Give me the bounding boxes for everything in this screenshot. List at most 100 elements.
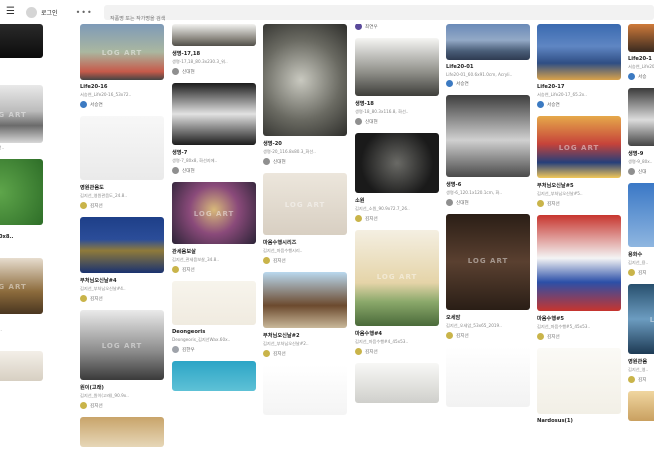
artwork-title[interactable]: 영원관음도 — [80, 184, 164, 191]
artwork-card[interactable]: LOG ART 산님#1 부처님의산님#1.. 작선 — [0, 258, 43, 343]
artwork-title[interactable]: 산님#1 — [0, 318, 43, 325]
artwork-thumbnail[interactable] — [355, 38, 439, 96]
artwork-card[interactable]: 으건으건_사의으_.. — [0, 24, 43, 77]
artwork-title[interactable]: 생명-6 — [446, 181, 530, 188]
artwork-title[interactable]: 위(화인)_100x8.. — [0, 233, 43, 240]
artwork-card[interactable]: 생명-6 생명-6_120.1x120.1cm, 화.. 신대현 — [446, 95, 530, 206]
artwork-title[interactable]: 마음수행#5 — [537, 315, 621, 322]
artwork-card[interactable]: LOG ART Life20-16 서승연_Life20-16_53x72.. 서승연 — [80, 24, 164, 108]
artwork-card[interactable]: 생명-7 생명-7_80x8, 화선지에.. 신대현 — [172, 83, 256, 174]
artwork-card[interactable]: Deongeoris Deongeoris_김지선Wax.60x.. 김한우 — [172, 281, 256, 353]
artist-link[interactable]: 신대현 — [446, 199, 530, 206]
artwork-card[interactable]: 영원관음도 김지선_영원관음도_24.8.. 김지선 — [80, 116, 164, 209]
artwork-thumbnail[interactable] — [446, 95, 530, 177]
artwork-title[interactable]: Life20-01 — [446, 64, 530, 70]
artwork-title[interactable]: 부처님오신날#2 — [263, 332, 347, 339]
artwork-thumbnail[interactable] — [80, 417, 164, 447]
artwork-title[interactable]: 생명-17,18 — [172, 50, 256, 57]
artwork-thumbnail[interactable] — [263, 24, 347, 136]
artwork-thumbnail[interactable] — [263, 365, 347, 415]
artwork-card[interactable]: Life20-17 서승연_Life20-17_65.2x.. 서승연 — [537, 24, 621, 108]
artwork-thumbnail[interactable] — [0, 351, 43, 381]
artist-link[interactable]: 김지선 — [80, 202, 164, 209]
artwork-thumbnail[interactable] — [172, 361, 256, 391]
artwork-card[interactable] — [446, 347, 530, 407]
artwork-card[interactable]: LOG ART 관세음보살 김지선_관세음보살_34.8.. 김지선 — [172, 182, 256, 273]
artwork-thumbnail[interactable] — [537, 24, 621, 80]
artwork-thumbnail[interactable] — [537, 348, 621, 414]
artwork-card[interactable]: LOG ART 0.5x116.8, 화선.. — [0, 85, 43, 151]
artwork-thumbnail[interactable] — [355, 133, 439, 193]
artwork-thumbnail[interactable] — [172, 83, 256, 145]
artwork-thumbnail[interactable] — [537, 215, 621, 311]
artwork-thumbnail[interactable] — [80, 217, 164, 273]
artwork-card[interactable]: LOG ART 마음수행#4 김지선_마음수행#4_45x53.. 김지선 — [355, 230, 439, 355]
artwork-title[interactable]: 원이(고래) — [80, 384, 164, 391]
artwork-thumbnail[interactable] — [172, 24, 256, 46]
artwork-thumbnail[interactable]: LOG ART — [80, 310, 164, 380]
artwork-thumbnail[interactable] — [628, 183, 654, 247]
artwork-title[interactable]: 오세암 — [446, 314, 530, 321]
artwork-thumbnail[interactable]: LOG ART — [446, 214, 530, 310]
artwork-thumbnail[interactable] — [355, 363, 439, 403]
artist-link[interactable]: 김지 — [628, 376, 654, 383]
artist-link[interactable]: 신대현 — [172, 167, 256, 174]
artwork-card[interactable]: Life20-1 서승연_Life20.. 서승 — [628, 24, 654, 80]
artwork-thumbnail[interactable] — [172, 281, 256, 325]
artwork-title[interactable]: Life20-16 — [80, 84, 164, 90]
artwork-card[interactable]: Life20-01 Life20-01_60.6x91.0cm, Acryli..… — [446, 24, 530, 87]
artwork-title[interactable]: 생명-20 — [263, 140, 347, 147]
artwork-card[interactable] — [172, 361, 256, 391]
artwork-thumbnail[interactable]: LOG ART — [172, 182, 256, 244]
artist-link[interactable]: 서승연 — [537, 101, 621, 108]
artwork-card[interactable]: LOG ART 마음수행시리즈 김지선_마음수행시리.. 김지선 — [263, 173, 347, 264]
artwork-card[interactable]: 생명-17,18 생명-17,18_80.3x230.3_워.. 신대현 — [172, 24, 256, 75]
artist-link[interactable]: 서승연 — [446, 80, 530, 87]
artwork-card[interactable] — [263, 365, 347, 415]
artwork-thumbnail[interactable]: LOG ART — [0, 258, 43, 314]
artwork-thumbnail[interactable] — [628, 24, 654, 52]
artwork-card[interactable]: 생명-18 생명-18_80.3x116.8, 화선.. 신대현 — [355, 38, 439, 125]
artwork-title[interactable]: 용화수 — [628, 251, 654, 258]
artwork-title[interactable]: Life20-17 — [537, 84, 621, 90]
artwork-card[interactable]: 마음수행#5 김지선_마음수행#5_45x53.. 김지선 — [537, 215, 621, 340]
artwork-thumbnail[interactable] — [80, 116, 164, 180]
artwork-card[interactable] — [0, 159, 43, 225]
artwork-title[interactable]: 마음수행#4 — [355, 330, 439, 337]
artist-link[interactable]: 김지선 — [355, 348, 439, 355]
artwork-card[interactable]: 부처님오신날#4 김지선_부처님오신날#4.. 김지선 — [80, 217, 164, 302]
artwork-title[interactable]: Nardosus(1) — [537, 418, 621, 424]
more-options-icon[interactable]: ••• — [76, 8, 93, 17]
artist-link[interactable]: 신대현 — [355, 118, 439, 125]
artwork-card[interactable]: 위(화인)_100x8.. 작선 — [0, 233, 43, 250]
artwork-card[interactable] — [0, 351, 43, 381]
artwork-thumbnail[interactable] — [628, 88, 654, 146]
artwork-title[interactable]: 소원 — [355, 197, 439, 204]
artwork-title[interactable]: Life20-1 — [628, 56, 654, 62]
artist-link[interactable]: 김지선 — [172, 266, 256, 273]
artist-link[interactable]: 김지선 — [355, 215, 439, 222]
artist-link[interactable]: 김지선 — [263, 350, 347, 357]
artist-link[interactable]: 신대현 — [263, 158, 347, 165]
artist-link[interactable]: 김한우 — [172, 346, 256, 353]
artwork-thumbnail[interactable]: LOG ART — [263, 173, 347, 235]
artwork-card[interactable]: 부처님오신날#2 김지선_부처님오신날#2.. 김지선 — [263, 272, 347, 357]
artwork-title[interactable]: 마음수행시리즈 — [263, 239, 347, 246]
artwork-thumbnail[interactable]: LOG ART — [355, 230, 439, 326]
artist-link[interactable]: 김지 — [628, 269, 654, 276]
artwork-card[interactable]: 생명-20 생명-20_116.8x80.3_화선.. 신대현 — [263, 24, 347, 165]
artwork-title[interactable]: Deongeoris — [172, 329, 256, 335]
artwork-card[interactable]: LOG ART 원이(고래) 김지선_원이(고래)_90.9x.. 김지선 — [80, 310, 164, 409]
artist-link[interactable]: 김지선 — [446, 332, 530, 339]
artist-link[interactable]: 작선 — [0, 243, 43, 250]
artist-link[interactable]: 서승 — [628, 73, 654, 80]
artist-link[interactable]: 작선 — [0, 336, 43, 343]
artist-link[interactable]: 김지선 — [80, 402, 164, 409]
artwork-card[interactable] — [80, 417, 164, 447]
artwork-card[interactable]: 생명-9 생명-9_80x.. 신대 — [628, 88, 654, 175]
artist-link[interactable]: 서승연 — [80, 101, 164, 108]
artwork-card[interactable]: LOG ART 영원관음김지선_영.. 김지 — [628, 284, 654, 383]
artwork-title[interactable]: 부처님오신날#5 — [537, 182, 621, 189]
artist-link[interactable]: 신대 — [628, 168, 654, 175]
artwork-thumbnail[interactable]: LOG ART — [537, 116, 621, 178]
